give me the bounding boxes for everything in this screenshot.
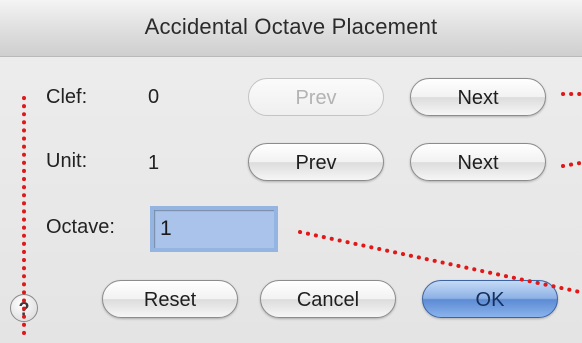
unit-value: 1 bbox=[148, 152, 160, 174]
clef-value: 0 bbox=[148, 86, 160, 108]
clef-prev-button[interactable]: Prev bbox=[248, 78, 384, 116]
octave-input[interactable] bbox=[150, 206, 278, 252]
octave-label: Octave: bbox=[46, 216, 115, 238]
unit-prev-button[interactable]: Prev bbox=[248, 143, 384, 181]
ok-button[interactable]: OK bbox=[422, 280, 558, 318]
help-icon[interactable]: ? bbox=[10, 294, 38, 322]
dialog-title: Accidental Octave Placement bbox=[144, 14, 438, 39]
unit-label: Unit: bbox=[46, 150, 88, 172]
clef-label: Clef: bbox=[46, 86, 88, 108]
reset-button[interactable]: Reset bbox=[102, 280, 238, 318]
accidental-octave-dialog: Accidental Octave Placement Clef: 0 Prev… bbox=[0, 0, 582, 343]
unit-next-button[interactable]: Next bbox=[410, 143, 546, 181]
clef-next-button[interactable]: Next bbox=[410, 78, 546, 116]
cancel-button[interactable]: Cancel bbox=[260, 280, 396, 318]
annotation-line-unit bbox=[561, 161, 582, 168]
dialog-titlebar[interactable]: Accidental Octave Placement bbox=[0, 0, 582, 57]
